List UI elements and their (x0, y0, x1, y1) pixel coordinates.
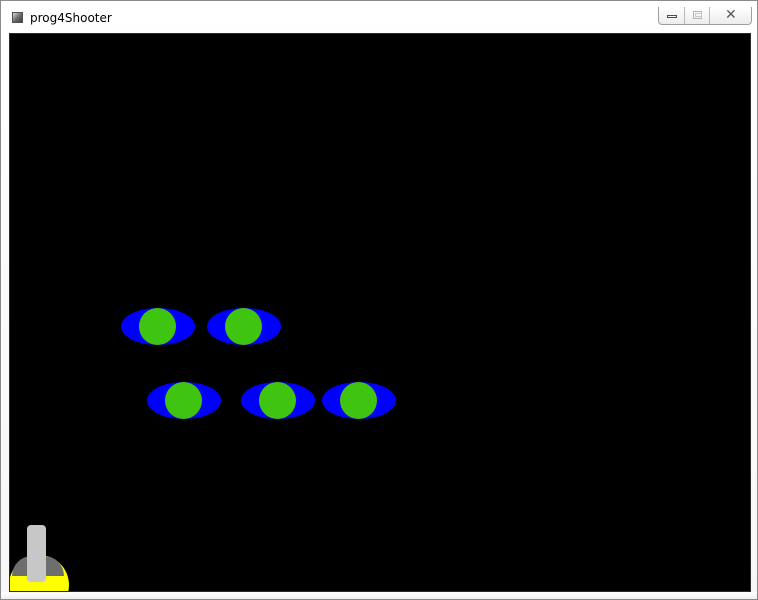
minimize-button[interactable] (659, 7, 685, 24)
enemy-core (139, 308, 176, 345)
enemy-core (340, 382, 377, 419)
window-title: prog4Shooter (30, 11, 112, 25)
player-ship[interactable] (10, 525, 70, 591)
enemy-ship (241, 382, 315, 419)
maximize-button[interactable] (685, 7, 710, 24)
game-canvas[interactable] (9, 33, 751, 592)
player-barrel (27, 525, 46, 582)
window-controls: ✕ (658, 7, 752, 25)
app-icon (12, 12, 23, 23)
enemy-ship (121, 308, 195, 345)
enemy-ship (322, 382, 396, 419)
maximize-icon (693, 11, 702, 19)
enemy-core (165, 382, 202, 419)
minimize-icon (667, 15, 677, 18)
enemy-core (259, 382, 296, 419)
enemy-ship (147, 382, 221, 419)
close-button[interactable]: ✕ (710, 7, 751, 24)
enemy-ship (207, 308, 281, 345)
title-bar[interactable]: prog4Shooter ✕ (1, 1, 757, 33)
close-icon: ✕ (725, 7, 737, 23)
window-bottom-frame (1, 592, 757, 599)
game-window: prog4Shooter ✕ (0, 0, 758, 600)
enemy-core (225, 308, 262, 345)
